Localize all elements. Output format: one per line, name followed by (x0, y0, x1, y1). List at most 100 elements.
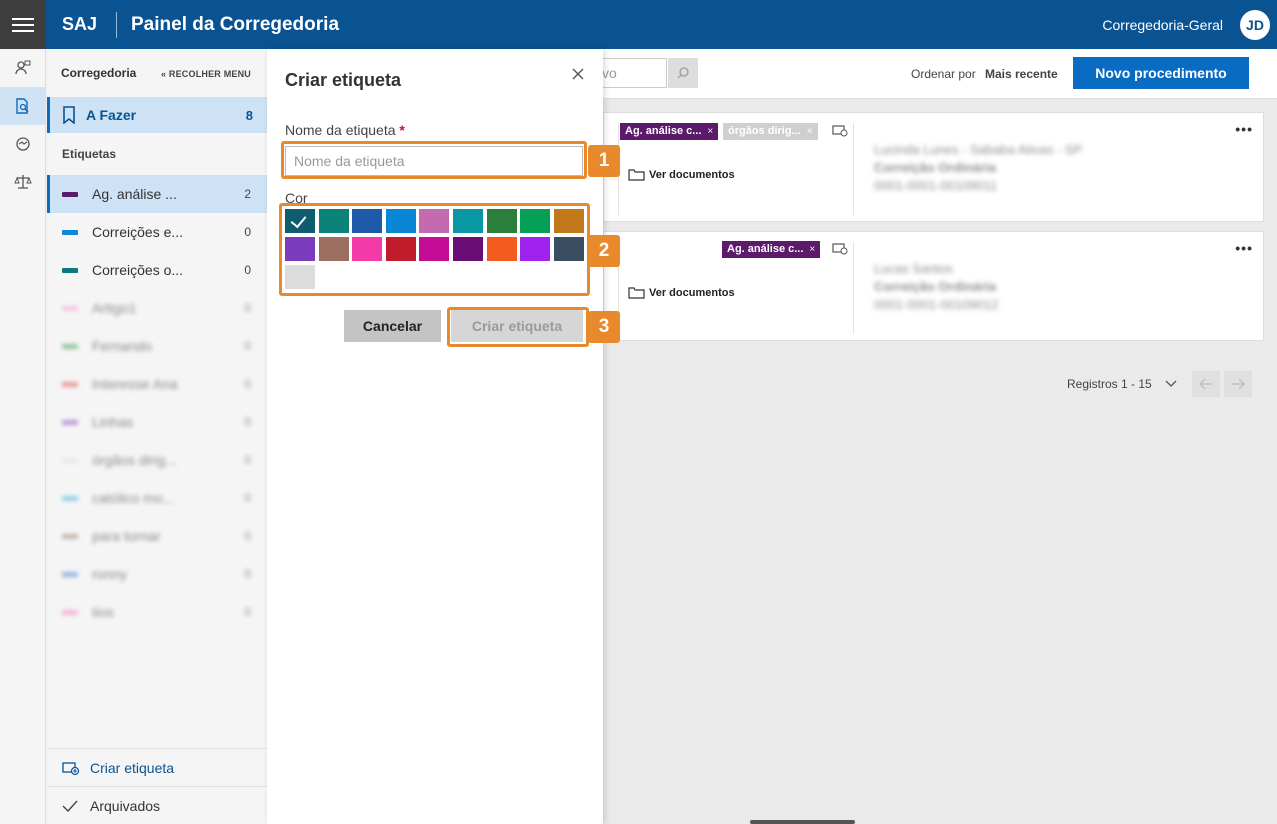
new-procedure-button[interactable]: Novo procedimento (1073, 57, 1249, 89)
sidebar-tag-item[interactable]: Artigo1 0 (47, 289, 267, 327)
sidebar-bottom: Criar etiqueta Arquivados (47, 748, 267, 824)
sidebar-item-a-fazer[interactable]: A Fazer 8 (47, 97, 267, 133)
tag-label: Correições e... (92, 224, 184, 240)
add-tag-icon[interactable] (832, 124, 848, 138)
sidebar-tag-item[interactable]: católico mo... 0 (47, 479, 267, 517)
tag-label: Linhas (92, 414, 134, 430)
tag-color-swatch (62, 191, 78, 197)
sidebar-tag-item[interactable]: tios 0 (47, 593, 267, 631)
tag-count: 0 (244, 301, 251, 315)
sidebar-tag-item[interactable]: Correições e... 0 (47, 213, 267, 251)
tag-label: para tornar (92, 528, 161, 544)
close-icon[interactable] (571, 67, 585, 81)
cancel-button[interactable]: Cancelar (344, 310, 441, 342)
icon-rail (0, 49, 46, 824)
view-documents-link[interactable]: Ver documentos (628, 168, 735, 181)
collapse-menu-button[interactable]: « RECOLHER MENU (161, 69, 251, 79)
add-tag-icon (62, 761, 80, 775)
previous-page-button[interactable] (1191, 371, 1220, 397)
folder-icon (628, 169, 645, 181)
procedure-card[interactable]: Ag. análise c... × órgãos dirig... × Ver d… (603, 112, 1264, 222)
rail-item-scales[interactable] (0, 163, 46, 201)
tag-count: 0 (244, 453, 251, 467)
top-bar: SAJ Painel da Corregedoria Corregedoria-… (0, 0, 1277, 49)
tag-color-swatch (62, 381, 78, 387)
tag-count: 0 (244, 529, 251, 543)
card-divider (853, 242, 854, 334)
sidebar: Corregedoria « RECOLHER MENU A Fazer 8 E… (47, 49, 267, 824)
chip-remove-icon[interactable]: × (707, 126, 713, 137)
sidebar-tag-item[interactable]: órgãos dirig... 0 (47, 441, 267, 479)
sidebar-tag-item[interactable]: ronny 0 (47, 555, 267, 593)
more-options-icon[interactable]: ••• (1235, 240, 1253, 256)
tag-color-swatch (62, 305, 78, 311)
sidebar-tag-item[interactable]: Correições o... 0 (47, 251, 267, 289)
tag-count: 0 (244, 225, 251, 239)
tag-count: 0 (244, 491, 251, 505)
chip-label: Ag. análise c... (727, 243, 804, 255)
page-title: Painel da Corregedoria (131, 14, 340, 35)
sidebar-tag-item[interactable]: Fernando 0 (47, 327, 267, 365)
tag-count: 0 (244, 415, 251, 429)
next-page-button[interactable] (1223, 371, 1252, 397)
card-tag-chip[interactable]: órgãos dirig... × (723, 123, 818, 140)
order-label: Ordenar por (911, 67, 976, 81)
pagination: Registros 1 - 15 (1067, 371, 1252, 397)
sidebar-tag-item[interactable]: Linhas 0 (47, 403, 267, 441)
tag-count: 0 (244, 605, 251, 619)
add-tag-icon[interactable] (832, 242, 848, 256)
person-search-icon (15, 60, 31, 75)
card-tag-chip[interactable]: Ag. análise c... × (722, 241, 821, 258)
rail-item-documents[interactable] (0, 87, 46, 125)
create-tag-link[interactable]: Criar etiqueta (47, 748, 267, 786)
card-details: Lucinda Lunes - Sababa Ativas - SP Corre… (874, 141, 1082, 195)
card-tag-chip[interactable]: Ag. análise c... × (620, 123, 719, 140)
tag-color-swatch (62, 609, 78, 615)
order-select[interactable]: Mais recente (985, 67, 1058, 81)
tag-color-swatch (62, 267, 78, 273)
rail-item-people[interactable] (0, 49, 46, 87)
dialog-title: Criar etiqueta (285, 70, 402, 90)
search-icon (677, 67, 689, 79)
tag-count: 2 (244, 187, 251, 201)
create-tag-label: Criar etiqueta (90, 759, 175, 776)
callout-badge: 1 (588, 145, 620, 177)
callout-highlight-name (281, 141, 587, 179)
view-documents-link[interactable]: Ver documentos (628, 286, 735, 299)
chip-remove-icon[interactable]: × (807, 126, 813, 137)
brand-logo[interactable]: SAJ (62, 14, 97, 35)
avatar[interactable]: JD (1240, 10, 1270, 40)
procedure-card[interactable]: Ag. análise c... × Ver documentos Lucas S… (603, 231, 1264, 341)
tag-color-swatch (62, 533, 78, 539)
brand-separator (116, 12, 117, 38)
tag-label: ronny (92, 566, 128, 582)
tag-count: 0 (244, 263, 251, 277)
search-input[interactable]: vo (597, 58, 667, 88)
records-label: Registros 1 - 15 (1067, 377, 1152, 391)
sidebar-tag-item[interactable]: para tornar 0 (47, 517, 267, 555)
more-options-icon[interactable]: ••• (1235, 121, 1253, 137)
archived-link[interactable]: Arquivados (47, 786, 267, 824)
tag-color-swatch (62, 457, 78, 463)
chip-remove-icon[interactable]: × (809, 244, 815, 255)
chevron-down-icon[interactable] (1164, 379, 1178, 389)
sidebar-tag-item[interactable]: Interesse Ana 0 (47, 365, 267, 403)
rail-item-handshake[interactable] (0, 125, 46, 163)
tag-label: Artigo1 (92, 300, 137, 316)
search-button[interactable] (668, 58, 698, 88)
card-detail-line: Correição Ordinária (874, 160, 997, 175)
tag-color-swatch (62, 343, 78, 349)
sidebar-tag-item[interactable]: Ag. análise ... 2 (47, 175, 267, 213)
callout-badge: 2 (588, 235, 620, 267)
user-name[interactable]: Corregedoria-Geral (1102, 17, 1223, 33)
arrow-left-icon (1198, 378, 1212, 390)
arrow-right-icon (1231, 378, 1245, 390)
card-detail-line: Correição Ordinária (874, 279, 997, 294)
card-detail-line: 0001-0001-00109011 (874, 178, 998, 193)
document-search-icon (16, 98, 29, 114)
hamburger-menu-icon[interactable] (0, 0, 46, 49)
card-divider (853, 123, 854, 215)
scrollbar[interactable] (750, 820, 855, 824)
tag-color-swatch (62, 571, 78, 577)
sidebar-title: Corregedoria (61, 66, 137, 80)
